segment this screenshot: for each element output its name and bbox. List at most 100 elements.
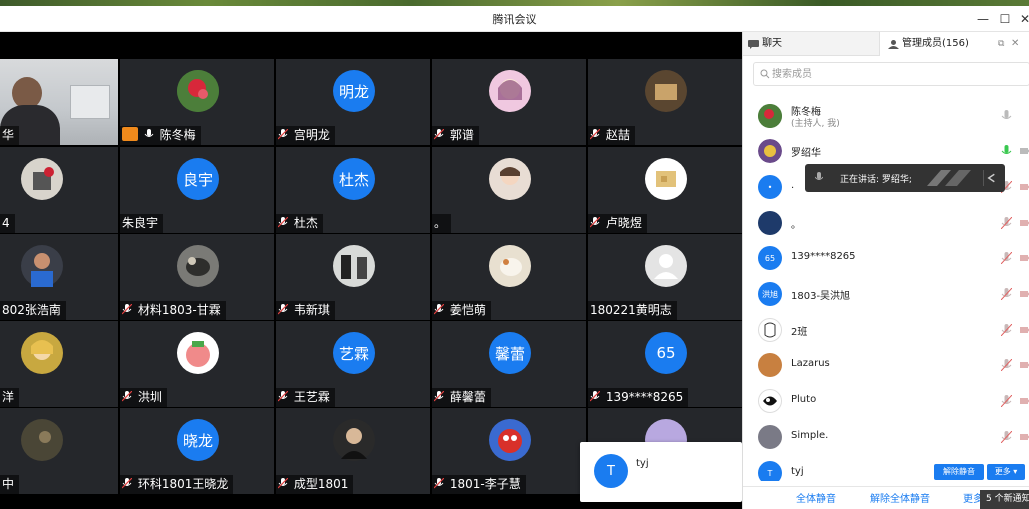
tile-name: 洪圳 [120, 388, 167, 407]
video-tile[interactable]: 良宇 朱良宇 [120, 147, 274, 233]
video-tile[interactable]: 陈冬梅 [120, 59, 274, 145]
video-tile[interactable]: 杜杰 杜杰 [276, 147, 430, 233]
video-tile[interactable]: 成型1801 [276, 408, 430, 494]
mic-muted-icon [1001, 431, 1012, 443]
tab-members[interactable]: 管理成员(156) ⧉ ✕ [879, 32, 1029, 56]
mic-muted-icon [122, 478, 132, 489]
video-tile[interactable]: 艺霖 王艺霖 [276, 321, 430, 407]
tile-name: 薛馨蕾 [432, 388, 491, 407]
avatar [177, 70, 219, 112]
video-tile[interactable]: 1801-李子慧 [432, 408, 586, 494]
video-tile[interactable]: 180221黄明志 [588, 234, 742, 320]
mic-icon [1001, 110, 1012, 119]
tab-chat-label: 聊天 [762, 38, 782, 49]
minimize-button[interactable]: — [973, 9, 993, 29]
member-row[interactable]: 陈冬梅 (主持人, 我) [743, 100, 1029, 132]
tile-name: 洋 [0, 388, 20, 407]
host-icon [122, 127, 138, 141]
mic-active-icon [1001, 145, 1012, 154]
video-tile[interactable]: 赵喆 [588, 59, 742, 145]
redacted-streak [927, 170, 971, 186]
tile-name-text: 环科1801王晓龙 [137, 477, 229, 491]
video-tile[interactable]: 华 [0, 59, 118, 145]
avatar [333, 419, 375, 461]
avatar [21, 332, 63, 374]
video-tile[interactable]: 材料1803-甘霖 [120, 234, 274, 320]
member-avatar: 洪旭 [758, 282, 782, 306]
tile-name: 环科1801王晓龙 [120, 475, 234, 494]
video-tile[interactable]: 65 139****8265 [588, 321, 742, 407]
reply-icon[interactable] [983, 170, 999, 186]
member-row[interactable]: 。 [743, 207, 1029, 239]
avatar: 良宇 [177, 158, 219, 200]
camera-off-icon [1020, 327, 1029, 333]
tile-name: 韦新琪 [276, 301, 335, 320]
tile-name-text: 郭谱 [449, 128, 474, 142]
tab-chat[interactable]: 聊天 [748, 32, 782, 56]
avatar [489, 158, 531, 200]
member-row[interactable]: 2班 [743, 314, 1029, 346]
avatar [21, 419, 63, 461]
tile-name-text: 1801-李子慧 [449, 477, 521, 491]
mic-muted-icon [1001, 217, 1012, 229]
mic-muted-icon [278, 391, 288, 402]
chat-icon [748, 39, 759, 49]
close-button[interactable]: ✕ [1015, 9, 1029, 29]
tile-name-text: 卢晓煜 [605, 216, 642, 230]
participant-popup[interactable]: T tyj [580, 442, 742, 502]
video-tile[interactable]: 郭谱 [432, 59, 586, 145]
mic-muted-icon [590, 217, 600, 228]
avatar [177, 332, 219, 374]
search-input[interactable] [772, 66, 1012, 82]
search-box[interactable] [753, 62, 1029, 86]
video-tile[interactable]: 韦新琪 [276, 234, 430, 320]
avatar [21, 158, 63, 200]
member-name: 139****8265 [791, 251, 856, 262]
video-tile[interactable]: 卢晓煜 [588, 147, 742, 233]
video-tile[interactable]: 802张浩南 [0, 234, 118, 320]
tile-name-text: 成型1801 [293, 477, 349, 491]
avatar [489, 245, 531, 287]
member-row[interactable]: 65 139****8265 [743, 242, 1029, 274]
member-row[interactable]: T tyj 解除静音 更多 ▾ [743, 457, 1029, 481]
more-dropdown-button[interactable]: 更多 ▾ [987, 464, 1025, 480]
mic-icon [815, 172, 823, 180]
panel-tabs: 聊天 管理成员(156) ⧉ ✕ [743, 32, 1029, 56]
tile-name: 139****8265 [588, 388, 689, 407]
avatar: 晓龙 [177, 419, 219, 461]
side-panel: 聊天 管理成员(156) ⧉ ✕ 陈冬梅 (主持人, 我) [742, 32, 1029, 509]
video-tile[interactable]: 姜恺萌 [432, 234, 586, 320]
mic-muted-icon [590, 391, 600, 402]
member-name: Pluto [791, 394, 817, 405]
member-avatar: • [758, 175, 782, 199]
unmute-button[interactable]: 解除静音 [934, 464, 984, 480]
video-tile[interactable]: 洋 [0, 321, 118, 407]
video-tile[interactable]: 馨蕾 薛馨蕾 [432, 321, 586, 407]
member-row[interactable]: Lazarus [743, 349, 1029, 381]
mute-all-button[interactable]: 全体静音 [796, 491, 836, 509]
video-tile[interactable]: 明龙 宫明龙 [276, 59, 430, 145]
video-tile[interactable]: 。 [432, 147, 586, 233]
member-name: 1803-吴洪旭 [791, 291, 851, 302]
popup-avatar: T [594, 454, 628, 488]
close-panel-icon[interactable]: ✕ [1011, 32, 1019, 56]
avatar [645, 70, 687, 112]
tile-name: 华 [0, 126, 20, 145]
member-row[interactable]: Pluto [743, 385, 1029, 417]
member-row[interactable]: Simple. [743, 421, 1029, 453]
mic-muted-icon [122, 304, 132, 315]
mic-muted-icon [278, 129, 288, 140]
member-name: tyj [791, 466, 804, 477]
maximize-button[interactable]: ☐ [995, 9, 1015, 29]
popout-icon[interactable]: ⧉ [998, 32, 1004, 56]
video-tile[interactable]: 洪圳 [120, 321, 274, 407]
tile-name-text: 材料1803-甘霖 [137, 303, 221, 317]
unmute-all-button[interactable]: 解除全体静音 [870, 491, 930, 509]
notification-banner[interactable]: 5 个新通知 [980, 490, 1029, 509]
grid-top-bar [0, 32, 742, 59]
member-row[interactable]: 罗绍华 [743, 135, 1029, 167]
video-tile[interactable]: 晓龙 环科1801王晓龙 [120, 408, 274, 494]
member-row[interactable]: 洪旭 1803-吴洪旭 [743, 278, 1029, 310]
video-tile[interactable]: 中 [0, 408, 118, 494]
video-tile[interactable]: 4 [0, 147, 118, 233]
